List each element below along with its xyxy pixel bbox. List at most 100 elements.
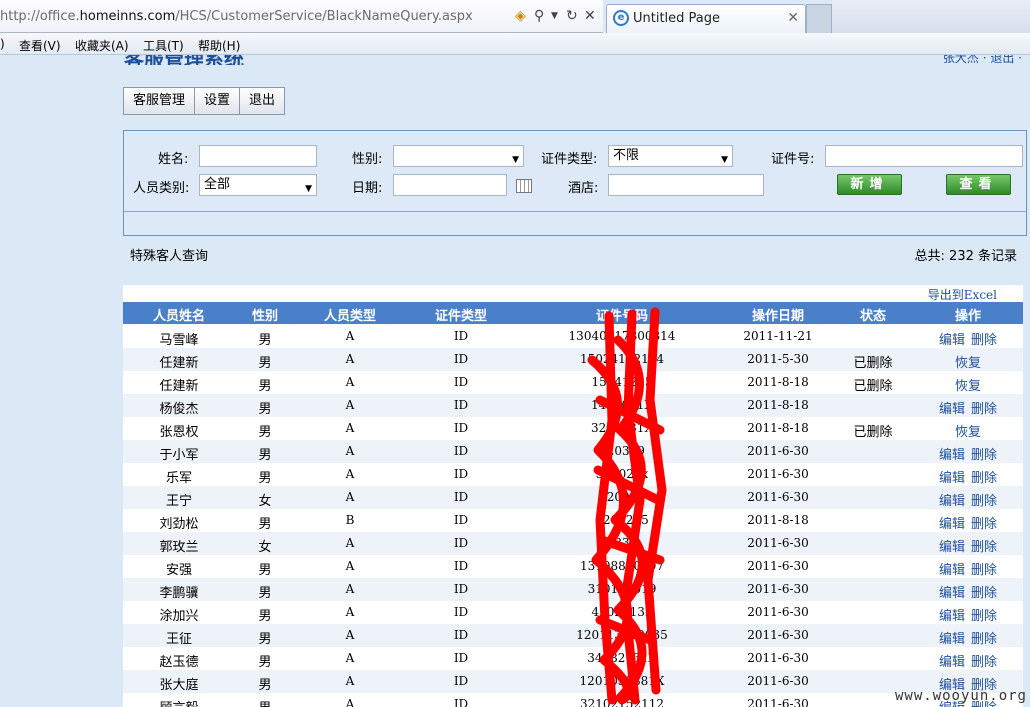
list-header: 特殊客人查询 总共: 232 条记录 [123, 243, 1021, 264]
cell-name: 王征 [165, 632, 192, 647]
cell-gender: 男 [258, 356, 272, 371]
cell-actions: 编辑删除 [917, 490, 1019, 509]
cell-type: A [345, 674, 355, 688]
idtype-select[interactable]: 不限 ▼ [608, 145, 733, 167]
edit-link[interactable]: 编辑 [939, 333, 965, 348]
cell-idno: 13040417800814 [568, 329, 676, 343]
search-icon[interactable]: ⚲ [534, 8, 544, 24]
delete-link[interactable]: 删除 [971, 586, 997, 601]
view-button[interactable]: 查看 [946, 174, 1011, 195]
add-button[interactable]: 新增 [837, 174, 902, 195]
menu-edge[interactable]: ) [0, 37, 5, 51]
cell-type: A [345, 628, 355, 642]
nav-settings-button[interactable]: 设置 [195, 88, 241, 114]
cell-idtype: ID [453, 421, 469, 435]
nav-customer-service-button[interactable]: 客服管理 [124, 88, 196, 114]
delete-link[interactable]: 删除 [971, 448, 997, 463]
cell-name: 刘劲松 [159, 517, 199, 532]
table-row: 任建新 男 A ID 15041235 2011-8-18 已删除 恢复 [123, 371, 1023, 394]
table-row: 顾言毅男AID321021521122011-6-30编辑删除 [123, 693, 1023, 707]
category-select[interactable]: 全部 ▼ [199, 174, 317, 196]
cell-name: 张大庭 [159, 678, 199, 693]
cell-idno: 42028132 [591, 605, 653, 619]
cell-idtype: ID [453, 582, 469, 596]
delete-link[interactable]: 删除 [971, 517, 997, 532]
edit-link[interactable]: 编辑 [939, 609, 965, 624]
delete-link[interactable]: 删除 [971, 494, 997, 509]
nav-logout-button[interactable]: 退出 [240, 88, 284, 114]
delete-link[interactable]: 删除 [971, 563, 997, 578]
chevron-down-icon: ▼ [305, 184, 312, 194]
delete-link[interactable]: 删除 [971, 333, 997, 348]
menu-help[interactable]: 帮助(H) [198, 37, 240, 54]
restore-link[interactable]: 恢复 [955, 379, 981, 394]
close-icon[interactable]: ✕ [787, 10, 799, 26]
cell-type: B [345, 513, 355, 527]
cell-type: A [345, 697, 355, 707]
header-links-cut: 张大杰 · 退出 · [942, 55, 1022, 65]
edit-link[interactable]: 编辑 [939, 517, 965, 532]
url-prefix: http://office. [0, 9, 80, 24]
calendar-icon[interactable] [516, 179, 532, 193]
table-row: 李鹏骥 男 A ID 310109019 2011-6-30 编辑 删除 [123, 578, 1023, 601]
edit-link[interactable]: 编辑 [939, 563, 965, 578]
refresh-icon[interactable]: ↻ [566, 8, 578, 24]
name-input[interactable] [199, 145, 317, 167]
restore-link[interactable]: 恢复 [955, 425, 981, 440]
cell-type: A [345, 329, 355, 343]
menu-favorites[interactable]: 收藏夹(A) [75, 37, 129, 54]
edit-link[interactable]: 编辑 [939, 540, 965, 555]
restore-link[interactable]: 恢复 [955, 356, 981, 371]
edit-link[interactable]: 编辑 [939, 402, 965, 417]
cell-gender: 女 [258, 494, 272, 509]
date-label: 日期: [352, 181, 383, 196]
cell-gender: 男 [258, 517, 272, 532]
address-bar[interactable]: http://office.homeinns.com/HCS/CustomerS… [0, 0, 603, 33]
tab-title: Untitled Page [633, 11, 721, 26]
delete-link[interactable]: 删除 [971, 540, 997, 555]
date-input[interactable] [393, 174, 507, 196]
edit-link[interactable]: 编辑 [939, 494, 965, 509]
cell-actions: 恢复 [917, 375, 1019, 394]
menu-tools[interactable]: 工具(T) [143, 37, 184, 54]
edit-link[interactable]: 编辑 [939, 586, 965, 601]
compat-view-icon[interactable]: ◈ [515, 8, 526, 24]
delete-link[interactable]: 删除 [971, 609, 997, 624]
hotel-input[interactable] [608, 174, 764, 196]
cell-name: 顾言毅 [123, 697, 235, 707]
browser-tab[interactable]: e Untitled Page ✕ [606, 4, 806, 33]
cell-status: 已删除 [853, 379, 893, 394]
cell-type: A [345, 375, 355, 389]
cell-date: 2011-11-21 [743, 329, 813, 343]
edit-link[interactable]: 编辑 [939, 632, 965, 647]
delete-link[interactable]: 删除 [971, 655, 997, 670]
cell-name: 于小军 [159, 448, 199, 463]
delete-link[interactable]: 删除 [971, 471, 997, 486]
dropdown-icon[interactable]: ▼ [551, 11, 558, 21]
edit-link[interactable]: 编辑 [939, 448, 965, 463]
cell-actions: 编辑删除 [917, 651, 1019, 670]
cell-idno: 13108810797 [580, 559, 664, 573]
stop-icon[interactable]: ✕ [584, 8, 596, 24]
new-tab-button[interactable] [806, 4, 832, 33]
cell-idno: 3209131X [591, 421, 653, 435]
menu-view[interactable]: 查看(V) [19, 37, 61, 54]
url-text[interactable]: http://office.homeinns.com/HCS/CustomerS… [0, 9, 473, 24]
cell-type: A [345, 490, 355, 504]
delete-link[interactable]: 删除 [971, 632, 997, 647]
delete-link[interactable]: 删除 [971, 402, 997, 417]
col-date: 操作日期 [751, 309, 804, 324]
gender-select[interactable]: ▼ [393, 145, 524, 167]
cell-name: 李鹏骥 [159, 586, 199, 601]
cell-date: 2011-6-30 [747, 605, 809, 619]
idno-input[interactable] [825, 145, 1023, 167]
cell-idtype: ID [453, 559, 469, 573]
edit-link[interactable]: 编辑 [939, 471, 965, 486]
cell-date: 2011-6-30 [747, 628, 809, 642]
edit-link[interactable]: 编辑 [939, 655, 965, 670]
chevron-down-icon: ▼ [512, 155, 519, 165]
export-excel-link[interactable]: 导出到Excel [928, 286, 997, 303]
watermark: www.wooyun.org [894, 688, 1027, 704]
cell-status: 已删除 [853, 356, 893, 371]
cell-date: 2011-6-30 [747, 674, 809, 688]
